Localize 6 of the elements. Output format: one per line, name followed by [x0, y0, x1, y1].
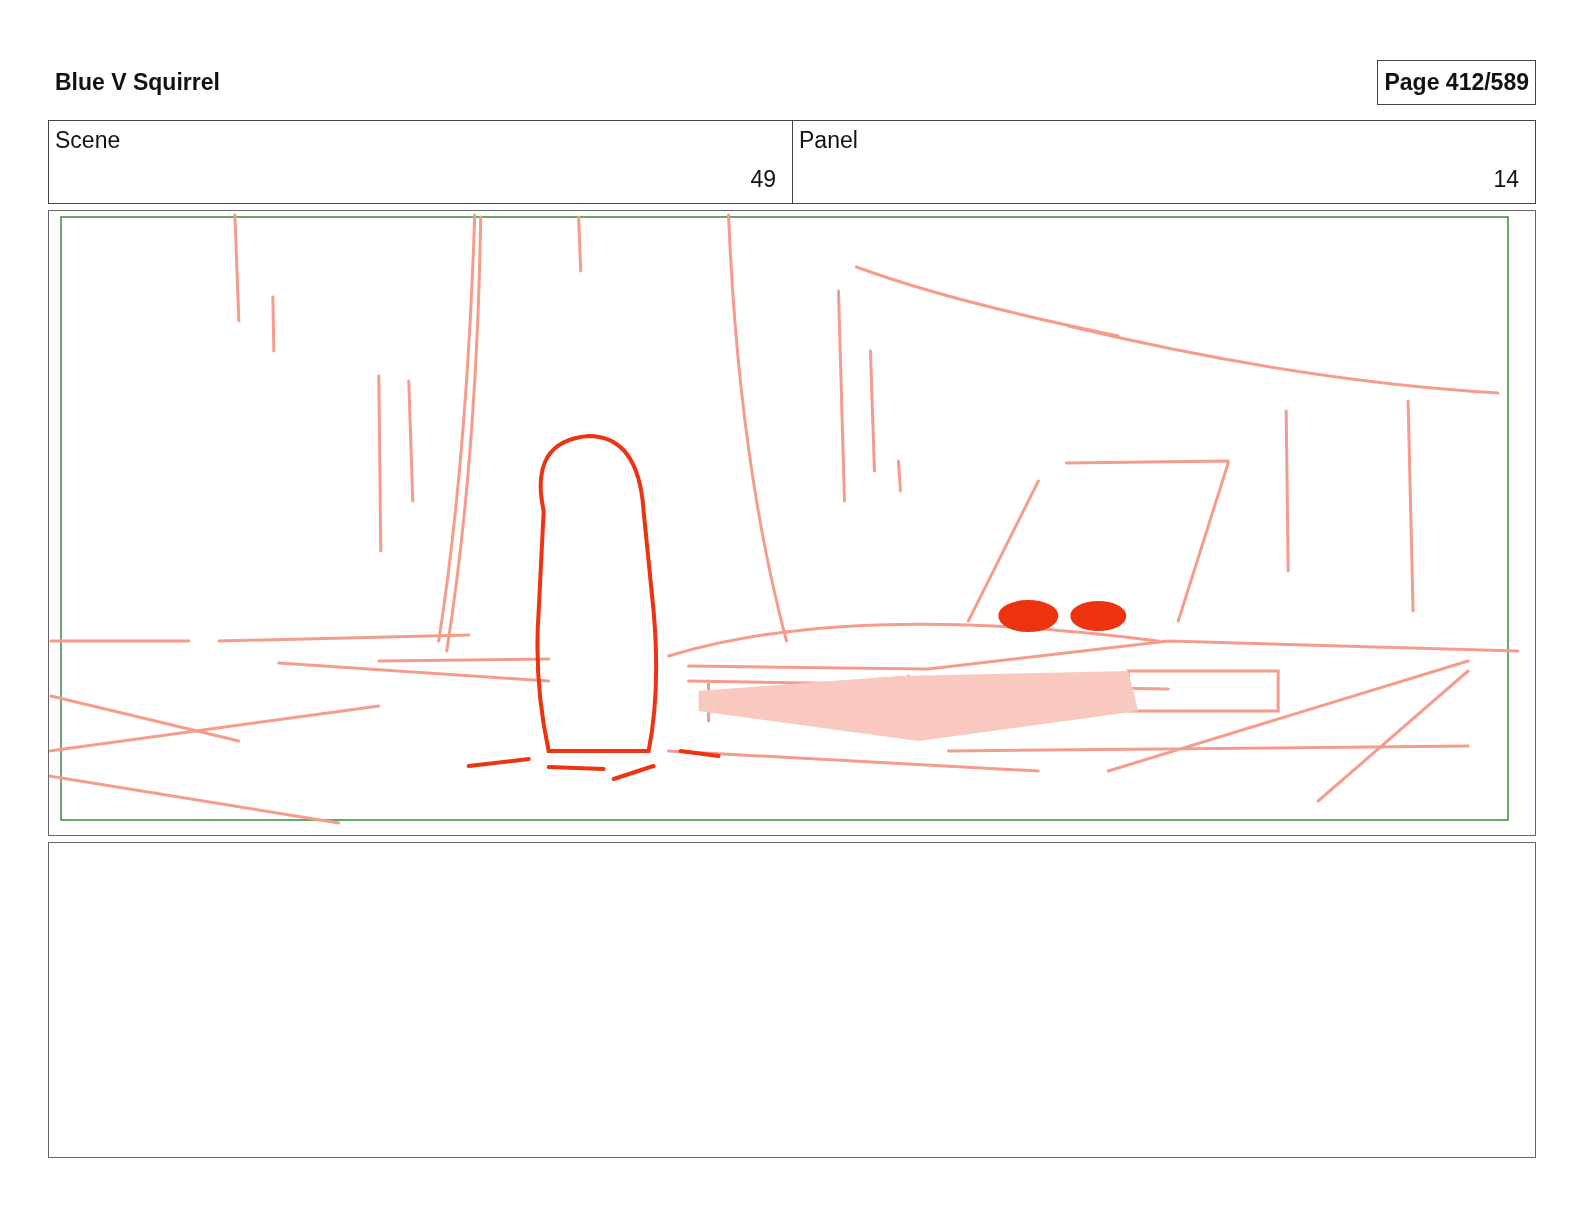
- field-value: 14: [1493, 166, 1519, 193]
- field-label: Scene: [55, 127, 121, 154]
- page-number: Page 412/589: [1377, 59, 1536, 105]
- storyboard-title: Blue V Squirrel: [54, 68, 220, 96]
- field-label: Panel: [799, 127, 858, 154]
- field-value: 49: [750, 166, 776, 193]
